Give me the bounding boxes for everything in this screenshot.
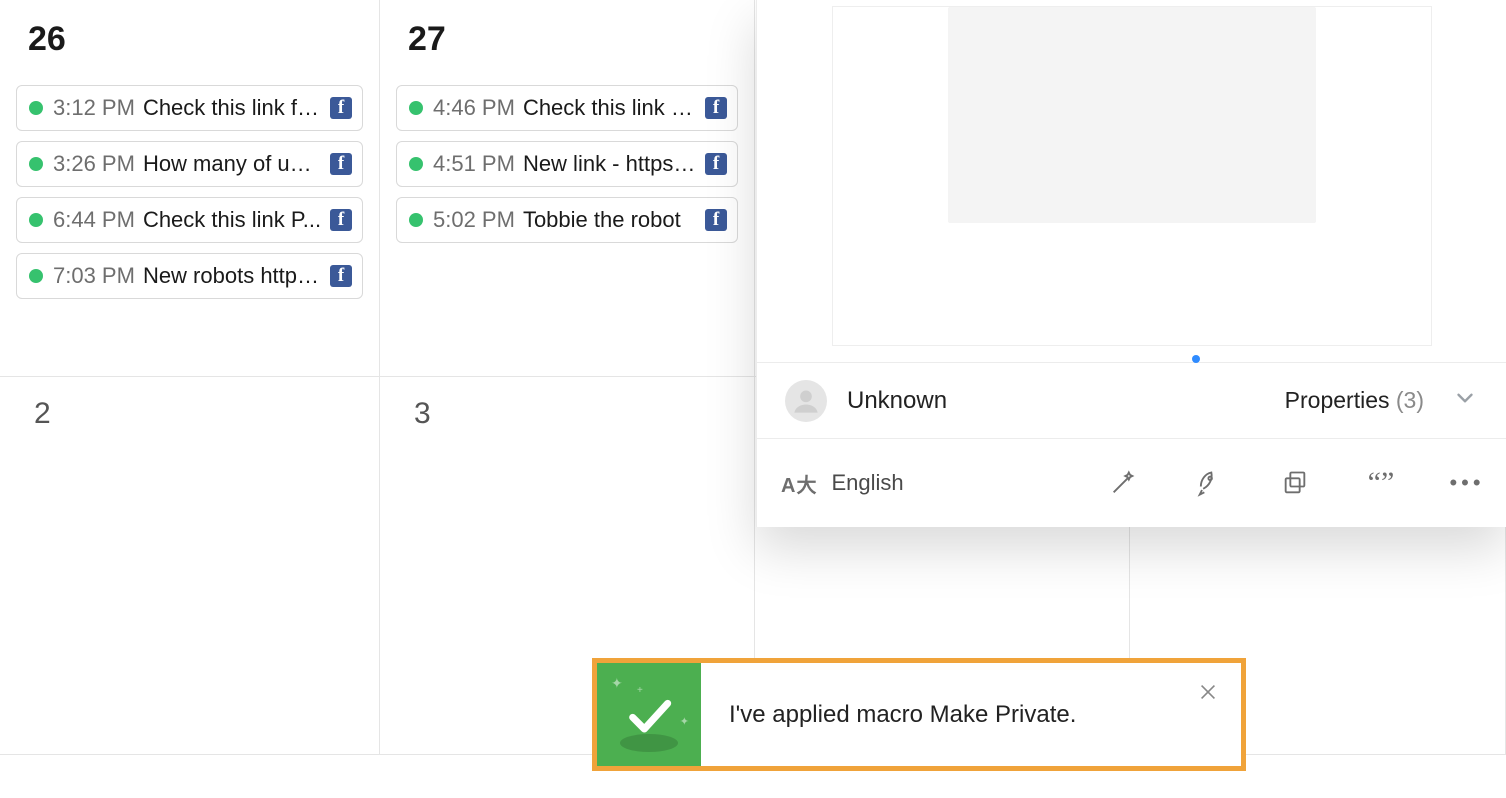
calendar-cell[interactable]: 26 3:12 PM Check this link for... f 3:26… bbox=[0, 0, 380, 377]
day-number: 3 bbox=[414, 397, 738, 431]
status-dot-icon bbox=[409, 101, 423, 115]
properties-label: Properties bbox=[1285, 387, 1390, 413]
day-number: 2 bbox=[34, 397, 363, 431]
event-title: New robots https... bbox=[143, 263, 322, 289]
status-dot-icon bbox=[29, 101, 43, 115]
event-time: 3:12 PM bbox=[53, 95, 135, 121]
status-dot-icon bbox=[29, 213, 43, 227]
facebook-icon: f bbox=[330, 209, 352, 231]
facebook-icon: f bbox=[705, 209, 727, 231]
preview-card bbox=[832, 6, 1432, 346]
copy-layers-icon[interactable] bbox=[1280, 468, 1310, 498]
calendar-event[interactable]: 4:46 PM Check this link a... f bbox=[396, 85, 738, 131]
macro-toast: ✦ + ✦ I've applied macro Make Private. bbox=[592, 658, 1246, 771]
event-time: 3:26 PM bbox=[53, 151, 135, 177]
success-badge: ✦ + ✦ bbox=[597, 663, 701, 766]
image-placeholder bbox=[948, 7, 1316, 223]
event-title: Tobbie the robot bbox=[523, 207, 697, 233]
event-title: Check this link a... bbox=[523, 95, 697, 121]
event-title: Check this link P... bbox=[143, 207, 322, 233]
status-dot-icon bbox=[409, 213, 423, 227]
magic-wand-icon[interactable] bbox=[1108, 468, 1138, 498]
calendar-cell[interactable]: 2 bbox=[0, 377, 380, 755]
preview-area bbox=[757, 0, 1506, 363]
chevron-down-icon[interactable] bbox=[1452, 385, 1478, 416]
calendar-event[interactable]: 5:02 PM Tobbie the robot f bbox=[396, 197, 738, 243]
facebook-icon: f bbox=[330, 153, 352, 175]
facebook-icon: f bbox=[330, 265, 352, 287]
pager-dot-icon bbox=[1192, 355, 1200, 363]
event-time: 4:46 PM bbox=[433, 95, 515, 121]
author-properties-row: Unknown Properties (3) bbox=[757, 363, 1506, 439]
facebook-icon: f bbox=[330, 97, 352, 119]
properties-toggle[interactable]: Properties (3) bbox=[1285, 387, 1424, 414]
editor-toolbar: A大 English “” ••• bbox=[757, 439, 1506, 527]
checkmark-icon bbox=[621, 687, 677, 743]
event-title: New link - https://... bbox=[523, 151, 697, 177]
carousel-pager[interactable] bbox=[1192, 350, 1200, 368]
calendar-event[interactable]: 6:44 PM Check this link P... f bbox=[16, 197, 363, 243]
status-dot-icon bbox=[409, 157, 423, 171]
calendar-event[interactable]: 3:12 PM Check this link for... f bbox=[16, 85, 363, 131]
status-dot-icon bbox=[29, 157, 43, 171]
language-label: English bbox=[831, 470, 903, 496]
event-time: 4:51 PM bbox=[433, 151, 515, 177]
event-time: 6:44 PM bbox=[53, 207, 135, 233]
text-size-icon: A大 bbox=[781, 469, 817, 498]
author-name: Unknown bbox=[847, 387, 1285, 415]
toast-message: I've applied macro Make Private. bbox=[701, 663, 1241, 766]
day-number: 27 bbox=[408, 20, 738, 59]
calendar-cell[interactable]: 27 4:46 PM Check this link a... f 4:51 P… bbox=[380, 0, 755, 377]
facebook-icon: f bbox=[705, 153, 727, 175]
status-dot-icon bbox=[29, 269, 43, 283]
calendar-event[interactable]: 4:51 PM New link - https://... f bbox=[396, 141, 738, 187]
properties-count: (3) bbox=[1396, 387, 1424, 413]
close-icon[interactable] bbox=[1197, 681, 1219, 708]
event-title: How many of us ... bbox=[143, 151, 322, 177]
calendar-event[interactable]: 7:03 PM New robots https... f bbox=[16, 253, 363, 299]
facebook-icon: f bbox=[705, 97, 727, 119]
event-title: Check this link for... bbox=[143, 95, 322, 121]
details-panel: Unknown Properties (3) A大 English “” ••• bbox=[756, 0, 1506, 527]
event-time: 5:02 PM bbox=[433, 207, 515, 233]
quote-icon[interactable]: “” bbox=[1366, 468, 1396, 498]
calendar-event[interactable]: 3:26 PM How many of us ... f bbox=[16, 141, 363, 187]
day-number: 26 bbox=[28, 20, 363, 59]
more-icon[interactable]: ••• bbox=[1452, 468, 1482, 498]
avatar-icon bbox=[785, 380, 827, 422]
event-time: 7:03 PM bbox=[53, 263, 135, 289]
sparkle-icon: ✦ bbox=[680, 715, 689, 728]
language-selector[interactable]: A大 English bbox=[781, 469, 1100, 498]
rocket-icon[interactable] bbox=[1194, 468, 1224, 498]
